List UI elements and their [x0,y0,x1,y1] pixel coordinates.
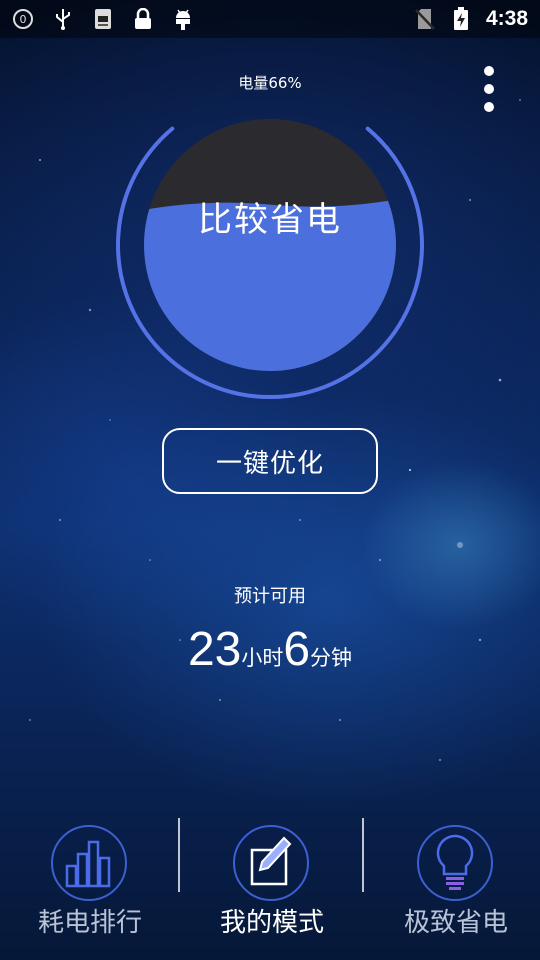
estimate-minutes-unit: 分钟 [310,646,353,670]
no-sim-icon [414,8,436,30]
nav-label-extreme-saving: 极致省电 [403,908,508,938]
menu-dot-icon [484,84,494,94]
edit-note-icon [233,825,309,901]
bar-chart-icon [51,825,127,901]
nav-divider [362,818,364,892]
status-bar: 0 4:38 [0,0,540,38]
menu-dot-icon [484,66,494,76]
battery-charging-icon [450,7,472,30]
overflow-menu-button[interactable] [474,66,504,112]
battery-gauge [116,119,424,399]
estimate-hours-unit: 小时 [241,646,284,670]
menu-dot-icon [484,102,494,112]
nav-item-power-ranking[interactable] [0,820,180,960]
status-time: 4:38 [485,7,528,30]
power-mode-title: 比较省电 [198,200,342,240]
android-debug-icon [172,8,194,30]
log-icon [92,8,114,30]
notification-count-icon: 0 [12,8,34,30]
lightbulb-icon [417,825,493,901]
estimate-minutes: 6 [283,623,311,676]
optimize-button[interactable]: 一键优化 [162,428,378,494]
estimate-label: 预计可用 [234,586,306,607]
estimated-time: 23小时6分钟 [120,622,420,677]
battery-level-label: 电量66% [238,74,302,92]
lock-icon [132,8,154,30]
usb-icon [52,8,74,30]
nav-label-power-ranking: 耗电排行 [37,908,142,938]
nav-item-my-mode[interactable] [182,820,362,960]
notification-count-text: 0 [20,13,27,26]
nav-label-my-mode: 我的模式 [219,908,324,938]
estimate-hours: 23 [187,623,242,676]
nav-item-extreme-saving[interactable] [366,820,540,960]
